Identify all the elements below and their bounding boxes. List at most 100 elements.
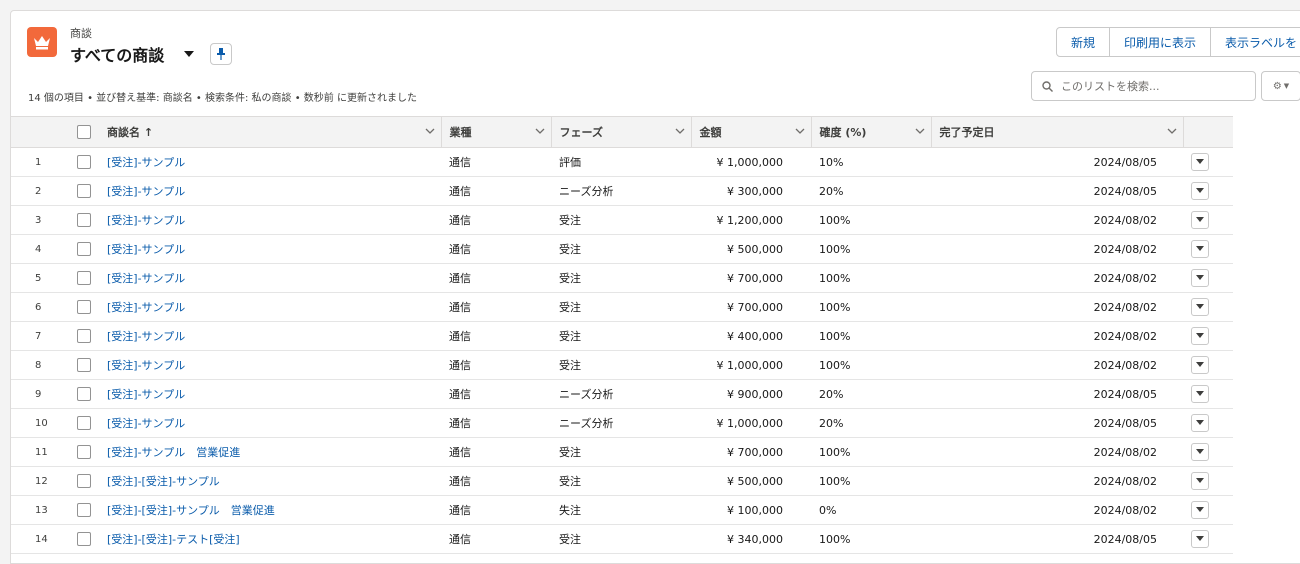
row-number: 6 — [11, 292, 69, 322]
row-action-menu-button[interactable] — [1191, 501, 1209, 519]
chevron-down-icon[interactable] — [795, 126, 805, 136]
industry-cell: 通信 — [441, 524, 551, 554]
industry-cell: 通信 — [441, 350, 551, 380]
row-checkbox[interactable] — [77, 387, 91, 401]
industry-cell: 通信 — [441, 321, 551, 351]
row-action-menu-button[interactable] — [1191, 530, 1209, 548]
row-action-menu-button[interactable] — [1191, 182, 1209, 200]
row-action-menu-button[interactable] — [1191, 269, 1209, 287]
list-view-title[interactable]: すべての商談 — [70, 42, 164, 66]
chevron-down-icon — [1196, 507, 1204, 512]
row-number: 1 — [11, 147, 69, 177]
row-action-menu-button[interactable] — [1191, 443, 1209, 461]
row-checkbox[interactable] — [77, 474, 91, 488]
column-header-name[interactable]: 商談名 ↑ — [99, 116, 442, 148]
row-action-cell — [1183, 466, 1233, 496]
chevron-down-icon[interactable] — [425, 126, 435, 136]
opportunity-name-link[interactable]: [受注]-サンプル — [99, 185, 185, 198]
row-actions-header — [1183, 116, 1233, 148]
opportunity-name-cell: [受注]-サンプル — [99, 147, 441, 177]
select-all-checkbox[interactable] — [77, 125, 91, 139]
row-checkbox[interactable] — [77, 300, 91, 314]
row-action-menu-button[interactable] — [1191, 211, 1209, 229]
opportunity-name-link[interactable]: [受注]-サンプル — [99, 272, 185, 285]
chevron-down-icon — [1196, 159, 1204, 164]
pin-list-button[interactable] — [210, 43, 232, 65]
column-label-probability: 確度 (%) — [819, 126, 867, 139]
opportunity-name-link[interactable]: [受注]-サンプル — [99, 417, 185, 430]
row-checkbox[interactable] — [77, 329, 91, 343]
row-checkbox[interactable] — [77, 184, 91, 198]
opportunity-name-cell: [受注]-サンプル — [99, 205, 441, 235]
close-date-cell: 2024/08/02 — [931, 350, 1183, 380]
row-select-cell — [69, 408, 99, 438]
row-checkbox[interactable] — [77, 503, 91, 517]
row-checkbox[interactable] — [77, 155, 91, 169]
row-select-cell — [69, 147, 99, 177]
new-button[interactable]: 新規 — [1056, 27, 1111, 57]
row-number: 2 — [11, 176, 69, 206]
opportunity-name-link[interactable]: [受注]-サンプル — [99, 388, 185, 401]
row-action-cell — [1183, 176, 1233, 206]
opportunity-name-cell: [受注]-サンプル — [99, 263, 441, 293]
row-number: 5 — [11, 263, 69, 293]
column-header-probability[interactable]: 確度 (%) — [811, 116, 932, 148]
close-date-cell: 2024/08/05 — [931, 176, 1183, 206]
row-action-menu-button[interactable] — [1191, 327, 1209, 345]
opportunity-name-link[interactable]: [受注]-サンプル — [99, 330, 185, 343]
opportunity-name-link[interactable]: [受注]-サンプル — [99, 359, 185, 372]
opportunity-name-link[interactable]: [受注]-[受注]-サンプル 営業促進 — [99, 504, 275, 517]
amount-cell: ¥ 340,000 — [691, 524, 811, 554]
chevron-down-icon[interactable] — [675, 126, 685, 136]
opportunity-name-link[interactable]: [受注]-サンプル 営業促進 — [99, 446, 240, 459]
chevron-down-icon — [1196, 449, 1204, 454]
chevron-down-icon[interactable] — [535, 126, 545, 136]
row-checkbox[interactable] — [77, 242, 91, 256]
row-checkbox[interactable] — [77, 445, 91, 459]
row-select-cell — [69, 176, 99, 206]
close-date-cell: 2024/08/02 — [931, 234, 1183, 264]
opportunity-name-link[interactable]: [受注]-[受注]-テスト[受注] — [99, 533, 240, 546]
list-search-input[interactable]: このリストを検索... — [1031, 71, 1256, 101]
row-action-menu-button[interactable] — [1191, 240, 1209, 258]
row-action-menu-button[interactable] — [1191, 472, 1209, 490]
display-label-button[interactable]: 表示ラベルを — [1210, 27, 1300, 57]
chevron-down-icon[interactable] — [1167, 126, 1177, 136]
amount-cell: ¥ 500,000 — [691, 466, 811, 496]
row-action-cell — [1183, 350, 1233, 380]
row-action-menu-button[interactable] — [1191, 153, 1209, 171]
opportunity-name-link[interactable]: [受注]-[受注]-サンプル — [99, 475, 220, 488]
opportunity-name-link[interactable]: [受注]-サンプル — [99, 301, 185, 314]
row-checkbox[interactable] — [77, 271, 91, 285]
opportunity-name-link[interactable]: [受注]-サンプル — [99, 214, 185, 227]
column-header-phase[interactable]: フェーズ — [551, 116, 692, 148]
list-view-dropdown-icon[interactable] — [184, 51, 194, 57]
column-header-close-date[interactable]: 完了予定日 — [931, 116, 1184, 148]
row-checkbox[interactable] — [77, 358, 91, 372]
row-checkbox[interactable] — [77, 532, 91, 546]
chevron-down-icon — [1196, 536, 1204, 541]
gear-icon: ⚙ — [1272, 80, 1282, 92]
row-action-menu-button[interactable] — [1191, 356, 1209, 374]
probability-cell: 20% — [811, 408, 931, 438]
chevron-down-icon[interactable] — [915, 126, 925, 136]
column-header-amount[interactable]: 金額 — [691, 116, 812, 148]
opportunity-name-link[interactable]: [受注]-サンプル — [99, 156, 185, 169]
probability-cell: 100% — [811, 263, 931, 293]
row-action-menu-button[interactable] — [1191, 414, 1209, 432]
row-select-cell — [69, 524, 99, 554]
list-settings-button[interactable]: ⚙ ▼ — [1261, 71, 1300, 101]
chevron-down-icon — [1196, 362, 1204, 367]
row-action-menu-button[interactable] — [1191, 385, 1209, 403]
row-checkbox[interactable] — [77, 213, 91, 227]
column-header-industry[interactable]: 業種 — [441, 116, 552, 148]
list-view-card: 商談 すべての商談 14 個の項目 • 並び替え基準: 商談名 • 検索条件: … — [10, 10, 1300, 564]
phase-cell: 受注 — [551, 350, 691, 380]
phase-cell: 失注 — [551, 495, 691, 525]
row-action-menu-button[interactable] — [1191, 298, 1209, 316]
printable-view-button[interactable]: 印刷用に表示 — [1109, 27, 1212, 57]
opportunity-name-link[interactable]: [受注]-サンプル — [99, 243, 185, 256]
amount-cell: ¥ 1,000,000 — [691, 408, 811, 438]
row-checkbox[interactable] — [77, 416, 91, 430]
table-row: 12 [受注]-[受注]-サンプル 通信 受注 ¥ 500,000 100% 2… — [11, 466, 1233, 496]
